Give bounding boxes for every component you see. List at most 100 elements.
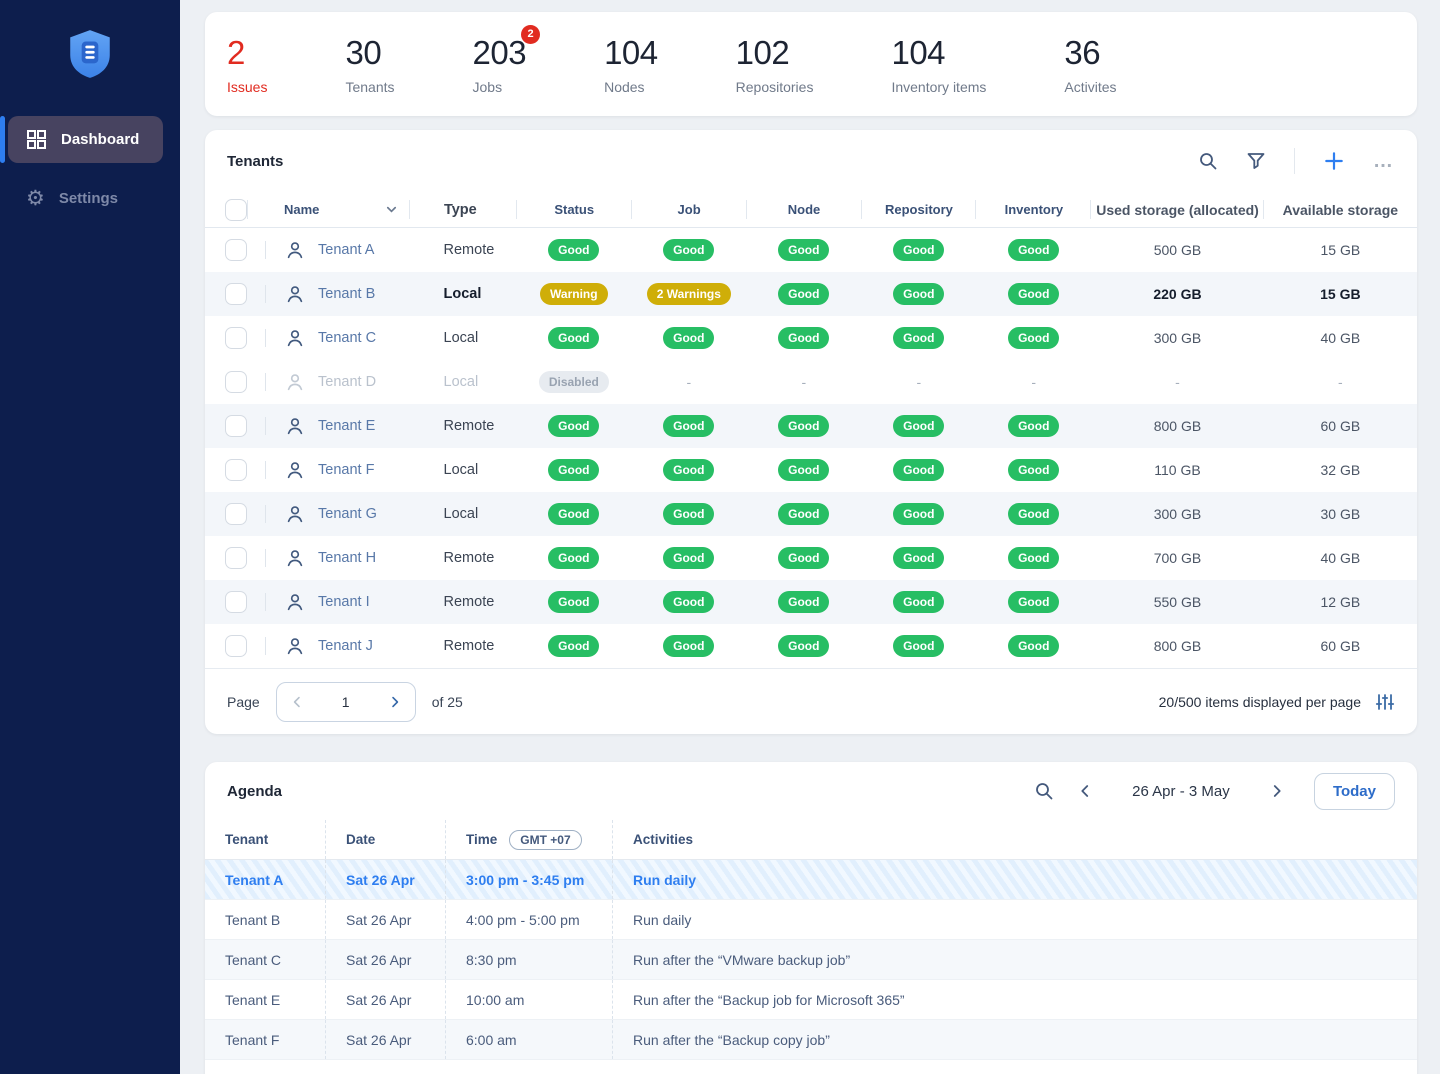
status-badge: Good: [548, 547, 599, 569]
tenant-name-link[interactable]: Tenant A: [318, 242, 374, 258]
stat-tenants[interactable]: 30 Tenants: [345, 34, 394, 95]
sliders-icon[interactable]: [1375, 692, 1395, 712]
column-node[interactable]: Node: [747, 192, 862, 227]
agenda-row[interactable]: Tenant C Sat 26 Apr 8:30 pm Run after th…: [205, 940, 1417, 980]
add-tenant-icon[interactable]: [1323, 150, 1345, 172]
inventory-badge: Good: [1008, 459, 1059, 481]
table-row[interactable]: Tenant E Remote Good Good Good Good Good…: [205, 404, 1417, 448]
row-checkbox[interactable]: [225, 239, 247, 261]
filter-icon[interactable]: [1246, 151, 1266, 171]
row-checkbox[interactable]: [225, 459, 247, 481]
column-name[interactable]: Name: [248, 192, 410, 227]
job-badge: Good: [663, 547, 714, 569]
table-row[interactable]: Tenant H Remote Good Good Good Good Good…: [205, 536, 1417, 580]
agenda-row[interactable]: Tenant E Sat 26 Apr 10:00 am Run after t…: [205, 980, 1417, 1020]
row-checkbox[interactable]: [225, 503, 247, 525]
tenants-card: Tenants …: [205, 130, 1417, 734]
select-all-checkbox[interactable]: [225, 199, 247, 221]
agenda-search-icon[interactable]: [1034, 781, 1054, 801]
next-week-icon[interactable]: [1268, 782, 1286, 800]
stat-inventory-items[interactable]: 104 Inventory items: [891, 34, 986, 95]
tenant-name-link[interactable]: Tenant B: [318, 286, 375, 302]
timezone-badge: GMT +07: [509, 830, 581, 850]
next-page-icon[interactable]: [387, 694, 403, 710]
status-badge: Good: [548, 591, 599, 613]
prev-page-icon[interactable]: [289, 694, 305, 710]
available-storage: 12 GB: [1264, 580, 1417, 624]
row-checkbox[interactable]: [225, 371, 247, 393]
repository-badge: Good: [893, 415, 944, 437]
job-badge: Good: [663, 415, 714, 437]
tenant-name-link[interactable]: Tenant C: [318, 330, 376, 346]
tenants-table-header: Name Type Status Job Node Repository Inv…: [205, 192, 1417, 228]
stat-value: 2: [227, 34, 245, 72]
column-repository[interactable]: Repository: [862, 192, 977, 227]
items-per-page-label: 20/500 items displayed per page: [1159, 694, 1361, 710]
toolbar-divider: [1294, 148, 1295, 174]
job-badge: Good: [663, 591, 714, 613]
tenant-name-link[interactable]: Tenant E: [318, 418, 375, 434]
table-row[interactable]: Tenant G Local Good Good Good Good Good …: [205, 492, 1417, 536]
tenant-name-link[interactable]: Tenant H: [318, 550, 376, 566]
table-row[interactable]: Tenant J Remote Good Good Good Good Good…: [205, 624, 1417, 668]
sidebar-item-dashboard[interactable]: Dashboard: [8, 116, 163, 163]
stat-issues[interactable]: 2 Issues: [227, 34, 267, 95]
agenda-activity: Run after the “Backup copy job”: [612, 1020, 1417, 1059]
today-button[interactable]: Today: [1314, 773, 1395, 810]
column-inventory[interactable]: Inventory: [976, 192, 1091, 227]
column-available-storage[interactable]: Available storage: [1264, 192, 1417, 227]
tenant-name-link[interactable]: Tenant D: [318, 374, 376, 390]
used-storage: -: [1091, 360, 1263, 404]
repository-badge: Good: [893, 635, 944, 657]
table-row[interactable]: Tenant C Local Good Good Good Good Good …: [205, 316, 1417, 360]
tenant-type: Local: [410, 448, 517, 492]
stat-label: Tenants: [345, 79, 394, 95]
row-checkbox[interactable]: [225, 547, 247, 569]
more-options-icon[interactable]: …: [1373, 150, 1395, 173]
table-row[interactable]: Tenant B Local Warning 2 Warnings Good G…: [205, 272, 1417, 316]
tenant-name-link[interactable]: Tenant I: [318, 594, 370, 610]
agenda-row[interactable]: Tenant F Sat 26 Apr 6:00 am Run after th…: [205, 1020, 1417, 1060]
agenda-activity: Run daily: [612, 860, 1417, 899]
row-checkbox[interactable]: [225, 591, 247, 613]
table-row[interactable]: Tenant I Remote Good Good Good Good Good…: [205, 580, 1417, 624]
agenda-column-tenant: Tenant: [205, 820, 325, 859]
row-checkbox[interactable]: [225, 415, 247, 437]
column-status[interactable]: Status: [517, 192, 632, 227]
stat-jobs[interactable]: 203 2 Jobs: [473, 34, 527, 95]
available-storage: 32 GB: [1264, 448, 1417, 492]
status-badge: Good: [548, 415, 599, 437]
agenda-time: 6:00 am: [445, 1020, 612, 1059]
stat-nodes[interactable]: 104 Nodes: [604, 34, 658, 95]
user-icon: [284, 239, 306, 261]
table-row[interactable]: Tenant F Local Good Good Good Good Good …: [205, 448, 1417, 492]
tenant-name-link[interactable]: Tenant F: [318, 462, 374, 478]
table-row[interactable]: Tenant A Remote Good Good Good Good Good…: [205, 228, 1417, 272]
main-content: 2 Issues 30 Tenants 203 2 Jobs 104 Nodes…: [180, 0, 1440, 1074]
stat-repositories[interactable]: 102 Repositories: [736, 34, 814, 95]
agenda-row[interactable]: Tenant A Sat 26 Apr 3:00 pm - 3:45 pm Ru…: [205, 860, 1417, 900]
node-badge: Good: [778, 503, 829, 525]
prev-week-icon[interactable]: [1076, 782, 1094, 800]
column-used-storage[interactable]: Used storage (allocated): [1091, 192, 1263, 227]
table-row[interactable]: Tenant D Local Disabled - - - - - -: [205, 360, 1417, 404]
stat-activities[interactable]: 36 Activites: [1064, 34, 1116, 95]
agenda-header: Agenda 26 Apr - 3 May Today: [205, 762, 1417, 820]
agenda-tenant: Tenant E: [205, 980, 325, 1019]
tenant-name-link[interactable]: Tenant G: [318, 506, 377, 522]
column-type[interactable]: Type: [410, 192, 517, 227]
sidebar-item-settings[interactable]: ⚙ Settings: [0, 175, 180, 222]
search-icon[interactable]: [1198, 151, 1218, 171]
column-job[interactable]: Job: [632, 192, 747, 227]
user-icon: [284, 459, 306, 481]
status-badge: Good: [548, 327, 599, 349]
row-checkbox[interactable]: [225, 635, 247, 657]
agenda-row[interactable]: Tenant B Sat 26 Apr 4:00 pm - 5:00 pm Ru…: [205, 900, 1417, 940]
job-badge: Good: [663, 327, 714, 349]
row-checkbox[interactable]: [225, 327, 247, 349]
tenant-name-link[interactable]: Tenant J: [318, 638, 373, 654]
sort-chevron-icon[interactable]: [385, 203, 398, 216]
tenant-type: Local: [410, 316, 517, 360]
stat-label: Issues: [227, 79, 267, 95]
row-checkbox[interactable]: [225, 283, 247, 305]
